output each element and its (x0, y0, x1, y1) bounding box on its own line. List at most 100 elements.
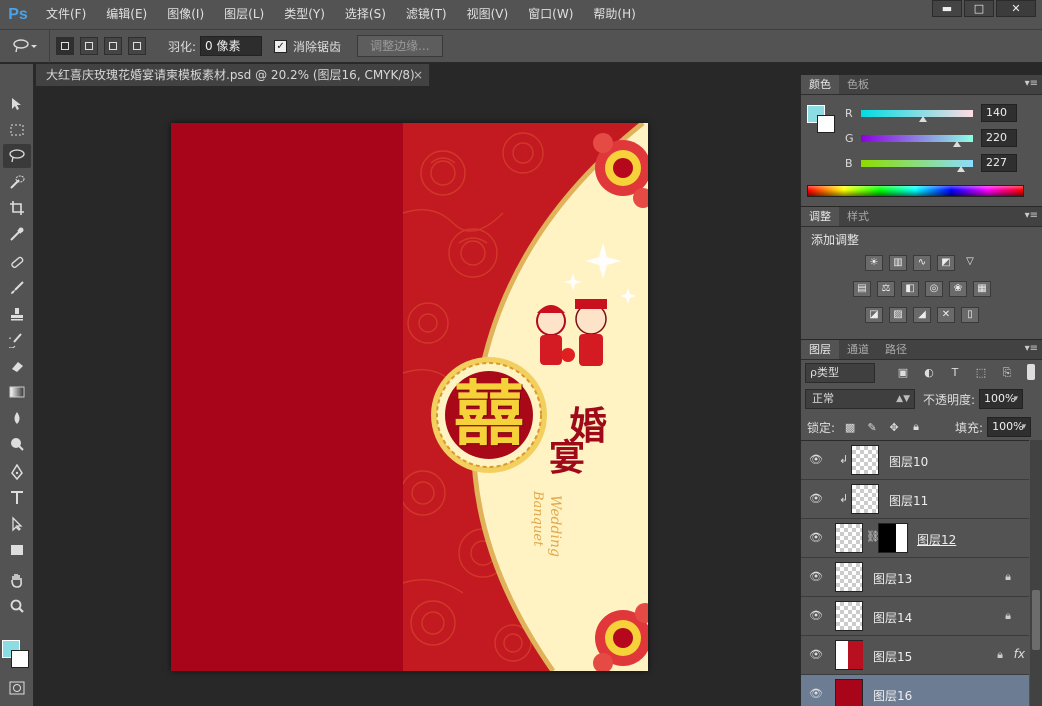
antialias-checkbox[interactable]: ✓ (274, 39, 288, 53)
layer-name[interactable]: 图层16 (873, 687, 912, 704)
healing-brush-icon[interactable] (3, 250, 31, 274)
layer-name[interactable]: 图层14 (873, 609, 912, 626)
tab-layers[interactable]: 图层 (801, 340, 839, 359)
gradient-tool-icon[interactable] (3, 380, 31, 404)
invert-icon[interactable]: ◪ (865, 307, 883, 323)
layer-row-10[interactable]: 👁︎ ↲ 图层10 (801, 441, 1029, 480)
marquee-tool-icon[interactable] (3, 118, 31, 142)
lock-position-icon[interactable]: ✥ (887, 421, 901, 434)
posterize-icon[interactable]: ▨ (889, 307, 907, 323)
lock-brush-icon[interactable]: ✎ (865, 421, 879, 434)
move-tool-icon[interactable] (3, 92, 31, 116)
panel-menu-icon[interactable]: ▾≡ (1025, 78, 1038, 89)
channel-mixer-icon[interactable]: ❀ (949, 281, 967, 297)
background-color-swatch[interactable] (11, 650, 29, 668)
gradient-icon[interactable]: ▯ (961, 307, 979, 323)
close-button[interactable]: ✕ (996, 0, 1036, 17)
filter-pixel-icon[interactable]: ▣ (895, 365, 911, 381)
filter-adjustment-icon[interactable]: ◐ (921, 365, 937, 381)
filter-shape-icon[interactable]: ⬚ (973, 365, 989, 381)
path-selection-icon[interactable] (3, 512, 31, 536)
photo-filter-icon[interactable]: ◎ (925, 281, 943, 297)
opacity-input[interactable]: 100% ▾ (979, 389, 1024, 409)
eraser-tool-icon[interactable] (3, 354, 31, 378)
black-white-icon[interactable]: ◧ (901, 281, 919, 297)
menu-help[interactable]: 帮助(H) (583, 0, 645, 29)
tab-color[interactable]: 颜色 (801, 75, 839, 94)
color-lookup-icon[interactable]: ▦ (973, 281, 991, 297)
document-tab[interactable]: 大红喜庆玫瑰花婚宴请柬模板素材.psd @ 20.2% (图层16, CMYK/… (36, 64, 430, 86)
maximize-button[interactable]: □ (964, 0, 994, 17)
layers-scroll-thumb[interactable] (1032, 590, 1040, 650)
green-slider[interactable] (861, 134, 973, 147)
quick-mask-icon[interactable] (3, 676, 31, 700)
blur-tool-icon[interactable] (3, 406, 31, 430)
tab-paths[interactable]: 路径 (877, 340, 915, 359)
panel-menu-icon[interactable]: ▾≡ (1025, 343, 1038, 354)
filter-smart-icon[interactable]: ⎘ (999, 365, 1015, 381)
color-spectrum-bar[interactable] (807, 185, 1024, 197)
menu-view[interactable]: 视图(V) (457, 0, 519, 29)
panel-menu-icon[interactable]: ▾≡ (1025, 210, 1038, 221)
visibility-eye-icon[interactable]: 👁︎ (809, 492, 823, 506)
layer-name[interactable]: 图层11 (889, 492, 928, 509)
lock-transparent-icon[interactable]: ▩ (843, 421, 857, 434)
gradient-map-triangle-icon[interactable]: ▽ (961, 255, 979, 271)
close-tab-icon[interactable]: × (413, 64, 423, 86)
fill-input[interactable]: 100% ▾ (987, 417, 1032, 437)
layer-name[interactable]: 图层10 (889, 453, 928, 470)
filter-toggle-switch[interactable] (1027, 364, 1035, 380)
zoom-tool-icon[interactable] (3, 594, 31, 618)
layer-row-13[interactable]: 👁︎ 图层13 🔒︎ (801, 558, 1029, 597)
minimize-button[interactable]: ▬ (932, 0, 962, 17)
pen-tool-icon[interactable] (3, 460, 31, 484)
quick-selection-icon[interactable] (3, 170, 31, 194)
layers-scrollbar[interactable] (1030, 440, 1042, 706)
blue-value-input[interactable]: 227 (981, 154, 1017, 172)
layer-name[interactable]: 图层15 (873, 648, 912, 665)
brush-tool-icon[interactable] (3, 276, 31, 300)
visibility-eye-icon[interactable]: 👁︎ (809, 648, 823, 662)
layer-row-16[interactable]: 👁︎ 图层16 (801, 675, 1029, 706)
menu-filter[interactable]: 滤镜(T) (396, 0, 457, 29)
balance-icon[interactable]: ⚖ (877, 281, 895, 297)
panel-background-swatch[interactable] (817, 115, 835, 133)
green-value-input[interactable]: 220 (981, 129, 1017, 147)
dodge-tool-icon[interactable] (3, 432, 31, 456)
layer-row-15[interactable]: 👁︎ 图层15 🔒︎ fx (801, 636, 1029, 675)
levels-icon[interactable]: ▥ (889, 255, 907, 271)
filter-type-icon[interactable]: T (947, 365, 963, 381)
lock-all-icon[interactable]: 🔒︎ (909, 420, 923, 434)
lasso-tool-preset-icon[interactable] (0, 29, 50, 63)
menu-select[interactable]: 选择(S) (335, 0, 396, 29)
layer-name[interactable]: 图层13 (873, 570, 912, 587)
red-value-input[interactable]: 140 (981, 104, 1017, 122)
menu-type[interactable]: 类型(Y) (274, 0, 335, 29)
blue-slider[interactable] (861, 159, 973, 172)
tab-channels[interactable]: 通道 (839, 340, 877, 359)
clone-stamp-icon[interactable] (3, 302, 31, 326)
layer-fx-icon[interactable]: fx (1014, 647, 1025, 661)
intersect-selection-icon[interactable] (128, 37, 146, 55)
curves-icon[interactable]: ∿ (913, 255, 931, 271)
tab-adjustments[interactable]: 调整 (801, 207, 839, 226)
eyedropper-icon[interactable] (3, 222, 31, 246)
feather-input[interactable]: 0 像素 (200, 36, 263, 56)
crop-tool-icon[interactable] (3, 196, 31, 220)
vibrance-icon[interactable]: ▤ (853, 281, 871, 297)
visibility-eye-icon[interactable]: 👁︎ (809, 453, 823, 467)
tab-styles[interactable]: 样式 (839, 207, 877, 226)
refine-edge-button[interactable]: 调整边缘... (357, 35, 443, 57)
menu-file[interactable]: 文件(F) (36, 0, 96, 29)
layer-name[interactable]: 图层12 (917, 531, 956, 548)
threshold-icon[interactable]: ◢ (913, 307, 931, 323)
subtract-selection-icon[interactable] (104, 37, 122, 55)
brightness-contrast-icon[interactable]: ☀ (865, 255, 883, 271)
layer-row-11[interactable]: 👁︎ ↲ 图层11 (801, 480, 1029, 519)
layer-mask-thumbnail[interactable] (878, 523, 908, 553)
layer-filter-select[interactable]: ρ类型 (805, 363, 875, 383)
blend-mode-select[interactable]: 正常 ▲▼ (805, 389, 915, 409)
menu-image[interactable]: 图像(I) (157, 0, 214, 29)
exposure-icon[interactable]: ◩ (937, 255, 955, 271)
layer-row-14[interactable]: 👁︎ 图层14 🔒︎ (801, 597, 1029, 636)
